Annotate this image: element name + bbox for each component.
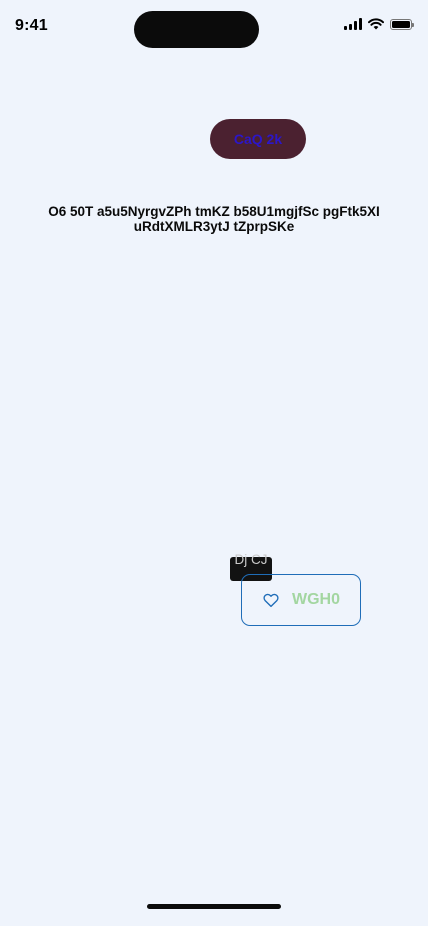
favorite-button-label: WGH0 — [292, 591, 340, 608]
status-bar: 9:41 — [0, 0, 428, 54]
heart-icon — [263, 593, 279, 608]
headline-text: O6 50T a5u5NyrgvZPh tmKZ b58U1mgjfSc pgF… — [48, 204, 380, 234]
status-time: 9:41 — [15, 17, 48, 34]
battery-icon — [390, 18, 414, 30]
cellular-signal-icon — [344, 18, 362, 30]
home-indicator — [147, 904, 281, 909]
wifi-icon — [368, 18, 384, 30]
tooltip-text: Dj CJ — [234, 552, 268, 567]
dynamic-island — [134, 11, 259, 48]
caq-pill-button[interactable]: CaQ 2k — [210, 119, 306, 159]
status-icons — [344, 18, 414, 30]
favorite-button[interactable]: WGH0 — [241, 574, 361, 626]
